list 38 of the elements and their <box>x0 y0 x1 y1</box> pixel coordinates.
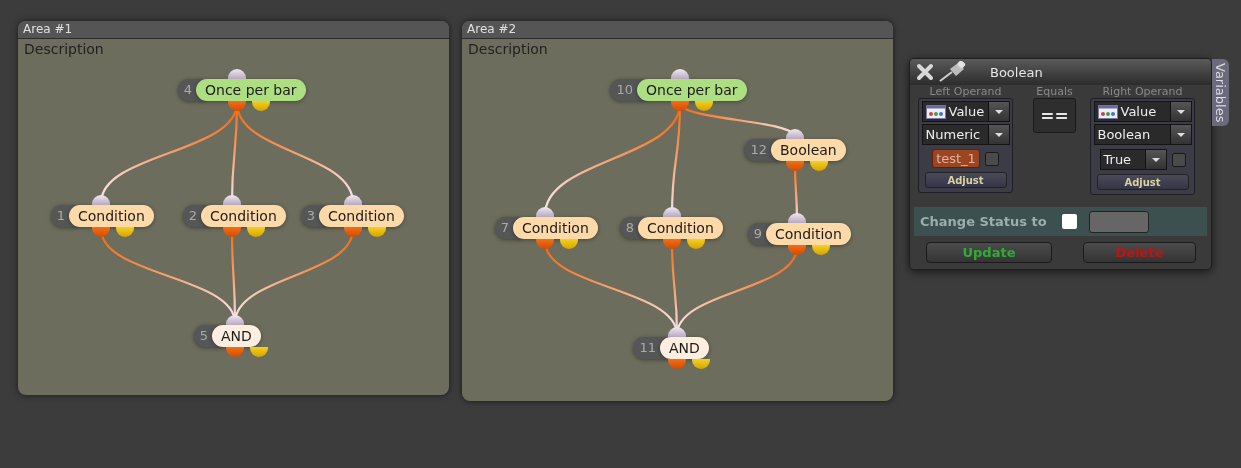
variables-tab[interactable]: Variables <box>1212 59 1229 127</box>
node-label[interactable]: Condition <box>69 205 154 227</box>
dialog-title: Boolean <box>990 64 1043 80</box>
status-field[interactable] <box>1088 210 1149 233</box>
pin-icon[interactable] <box>938 61 968 83</box>
node-label[interactable]: Condition <box>766 223 851 245</box>
node-label[interactable]: Condition <box>319 205 404 227</box>
checkbox[interactable] <box>984 151 999 166</box>
type-dropdown[interactable]: Boolean <box>1093 124 1192 145</box>
boolean-value-dropdown[interactable]: True <box>1099 149 1167 170</box>
source-dropdown[interactable]: Value <box>1093 101 1192 122</box>
operator-button[interactable]: == <box>1033 98 1076 133</box>
adjust-button[interactable]: Adjust <box>924 172 1007 188</box>
node-label[interactable]: Boolean <box>771 139 846 161</box>
node-label[interactable]: Condition <box>638 217 723 239</box>
checkbox[interactable] <box>1171 152 1186 167</box>
node-label[interactable]: Condition <box>201 205 286 227</box>
node-label[interactable]: Once per bar <box>637 79 747 101</box>
operator-heading: Equals <box>1036 85 1073 98</box>
action-button[interactable]: Update <box>926 242 1052 263</box>
operand-heading: Left Operand <box>929 85 1002 98</box>
area-title: Area #2 <box>462 21 893 39</box>
adjust-button[interactable]: Adjust <box>1096 174 1189 190</box>
area-description: Description <box>24 41 104 57</box>
area-title: Area #1 <box>18 21 449 39</box>
checkbox[interactable] <box>1061 214 1077 229</box>
status-label: Change Status to <box>920 214 1047 229</box>
node-label[interactable]: Once per bar <box>196 79 306 101</box>
node-label[interactable]: AND <box>212 325 261 347</box>
value-type-icon <box>1097 104 1118 119</box>
source-dropdown[interactable]: Value <box>921 101 1010 122</box>
area-description: Description <box>468 41 548 57</box>
node-label[interactable]: AND <box>660 337 709 359</box>
type-dropdown[interactable]: Numeric <box>921 124 1010 145</box>
close-icon[interactable] <box>916 63 934 81</box>
operand-heading: Right Operand <box>1102 85 1183 98</box>
value-type-icon <box>925 104 946 119</box>
node-label[interactable]: Condition <box>513 217 598 239</box>
